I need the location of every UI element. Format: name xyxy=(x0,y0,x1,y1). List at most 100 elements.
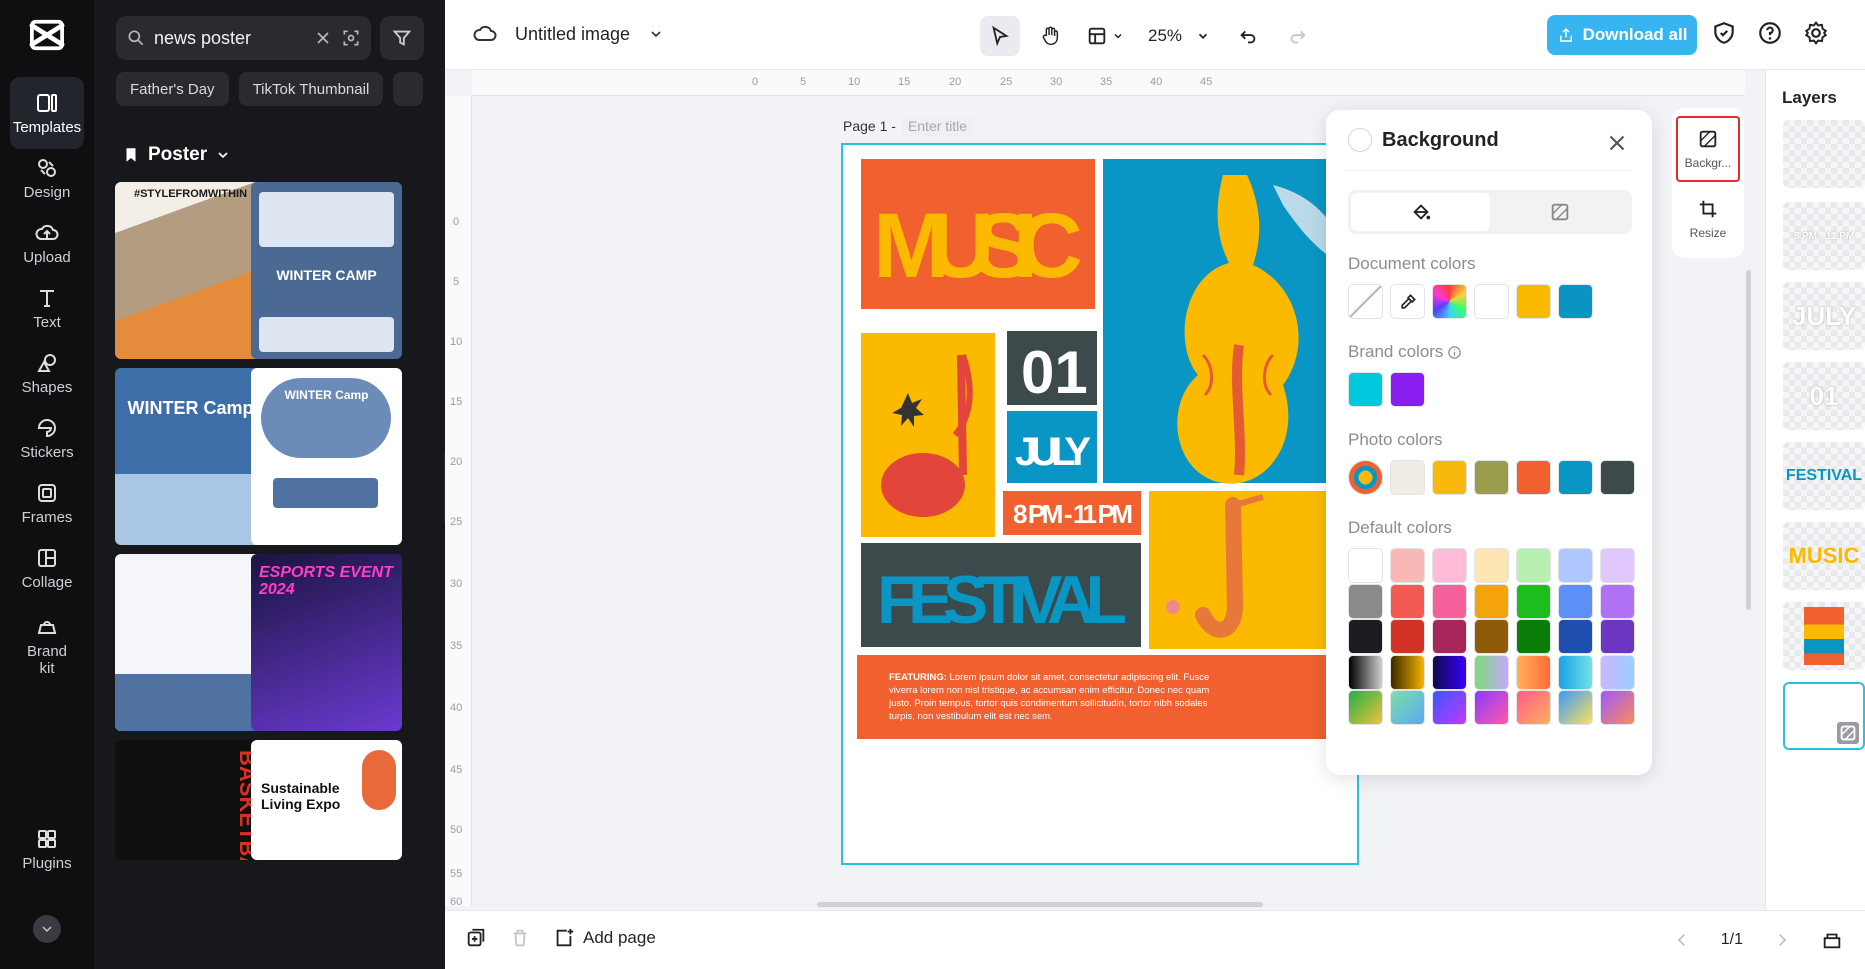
photo-thumbnail-swatch[interactable] xyxy=(1348,460,1383,495)
rail-item-shapes[interactable]: Shapes xyxy=(10,337,84,409)
template-card[interactable]: #STYLEFROMWITHIN xyxy=(115,182,266,359)
info-icon[interactable] xyxy=(1447,345,1462,360)
search-input[interactable]: news poster xyxy=(154,28,305,49)
color-swatch[interactable] xyxy=(1474,284,1509,319)
color-swatch[interactable] xyxy=(1348,372,1383,407)
close-icon[interactable] xyxy=(1604,130,1630,156)
rail-item-plugins[interactable]: Plugins xyxy=(10,813,84,885)
rail-item-design[interactable]: Design xyxy=(10,142,84,214)
duplicate-page-icon[interactable] xyxy=(465,927,487,949)
zoom-control[interactable]: 25% xyxy=(1140,26,1218,46)
color-swatch[interactable] xyxy=(1600,460,1635,495)
template-card[interactable]: Sustainable Living Expo xyxy=(251,740,402,860)
color-swatch[interactable] xyxy=(1390,583,1425,619)
layout-dropdown-button[interactable] xyxy=(1080,16,1130,56)
color-swatch[interactable] xyxy=(1390,654,1425,690)
rail-item-brand-kit[interactable]: Brand kit xyxy=(10,605,84,687)
shield-icon[interactable] xyxy=(1711,20,1737,46)
rail-item-stickers[interactable]: Stickers xyxy=(10,402,84,474)
rail-item-collage[interactable]: Collage xyxy=(10,532,84,604)
color-swatch[interactable] xyxy=(1474,583,1509,619)
layer-item-background[interactable] xyxy=(1783,682,1865,750)
color-swatch[interactable] xyxy=(1558,284,1593,319)
chevron-left-icon[interactable] xyxy=(1673,931,1691,949)
color-swatch[interactable] xyxy=(1348,583,1383,619)
color-swatch[interactable] xyxy=(1516,619,1551,654)
chevron-right-icon[interactable] xyxy=(1773,931,1791,949)
color-swatch[interactable] xyxy=(1348,619,1383,654)
page-title-input[interactable]: Enter title xyxy=(901,116,974,136)
template-card[interactable]: WINTER CAMP xyxy=(251,182,402,359)
color-swatch[interactable] xyxy=(1600,548,1635,583)
color-swatch[interactable] xyxy=(1390,460,1425,495)
color-swatch[interactable] xyxy=(1390,619,1425,654)
expand-more-button[interactable] xyxy=(33,915,61,943)
color-swatch[interactable] xyxy=(1558,619,1593,654)
redo-button[interactable] xyxy=(1278,16,1318,56)
color-swatch[interactable] xyxy=(1432,583,1467,619)
no-color-swatch[interactable] xyxy=(1348,284,1383,319)
color-swatch[interactable] xyxy=(1432,548,1467,583)
template-card[interactable]: WINTER CAMP xyxy=(115,554,266,731)
horizontal-scrollbar[interactable] xyxy=(817,902,1263,907)
color-swatch[interactable] xyxy=(1600,619,1635,654)
filter-button[interactable] xyxy=(380,16,424,60)
vertical-scrollbar[interactable] xyxy=(1746,270,1751,610)
color-swatch[interactable] xyxy=(1348,690,1383,725)
color-swatch[interactable] xyxy=(1432,654,1467,690)
document-title-area[interactable]: Untitled image xyxy=(473,22,664,46)
color-swatch[interactable] xyxy=(1516,690,1551,725)
color-swatch[interactable] xyxy=(1474,619,1509,654)
color-swatch[interactable] xyxy=(1348,654,1383,690)
chip-tiktok-thumbnail[interactable]: TikTok Thumbnail xyxy=(238,72,384,106)
trash-icon[interactable] xyxy=(509,927,531,949)
rail-item-upload[interactable]: Upload xyxy=(10,207,84,279)
layer-item[interactable] xyxy=(1783,120,1865,188)
layer-item[interactable] xyxy=(1783,602,1865,670)
poster-category-dropdown[interactable]: Poster xyxy=(122,144,231,166)
layer-item[interactable]: JULY xyxy=(1783,282,1865,350)
template-card[interactable]: ESPORTS EVENT 2024 xyxy=(251,554,402,731)
color-swatch[interactable] xyxy=(1474,654,1509,690)
template-search-box[interactable]: news poster xyxy=(116,16,371,60)
tab-color-fill[interactable] xyxy=(1351,193,1490,231)
page-manager-icon[interactable] xyxy=(1821,929,1843,951)
color-swatch[interactable] xyxy=(1600,583,1635,619)
color-swatch[interactable] xyxy=(1474,548,1509,583)
document-title[interactable]: Untitled image xyxy=(515,24,630,45)
undo-button[interactable] xyxy=(1228,16,1268,56)
color-swatch[interactable] xyxy=(1558,548,1593,583)
rail-item-frames[interactable]: Frames xyxy=(10,467,84,539)
rail-item-text[interactable]: Text xyxy=(10,272,84,344)
color-swatch[interactable] xyxy=(1432,690,1467,725)
color-swatch[interactable] xyxy=(1516,548,1551,583)
color-swatch[interactable] xyxy=(1516,583,1551,619)
color-swatch[interactable] xyxy=(1390,690,1425,725)
template-card[interactable]: WINTER Camp xyxy=(251,368,402,545)
color-swatch[interactable] xyxy=(1600,654,1635,690)
tab-image-fill[interactable] xyxy=(1490,193,1629,231)
help-icon[interactable] xyxy=(1757,20,1783,46)
layer-item[interactable]: 01 xyxy=(1783,362,1865,430)
color-swatch[interactable] xyxy=(1432,460,1467,495)
color-swatch[interactable] xyxy=(1390,548,1425,583)
color-swatch[interactable] xyxy=(1558,690,1593,725)
image-search-icon[interactable] xyxy=(341,28,361,48)
capcut-logo-icon[interactable] xyxy=(28,18,66,52)
color-swatch[interactable] xyxy=(1432,619,1467,654)
eyedropper-button[interactable] xyxy=(1390,284,1425,319)
color-swatch[interactable] xyxy=(1600,690,1635,725)
template-card[interactable]: WINTER Camp xyxy=(115,368,266,545)
download-all-button[interactable]: Download all xyxy=(1547,15,1697,55)
color-swatch[interactable] xyxy=(1558,654,1593,690)
chip-more[interactable] xyxy=(393,72,424,106)
color-swatch[interactable] xyxy=(1348,548,1383,583)
layer-item[interactable]: FESTIVAL xyxy=(1783,442,1865,510)
layer-item[interactable]: MUSIC xyxy=(1783,522,1865,590)
color-swatch[interactable] xyxy=(1390,372,1425,407)
layer-item[interactable]: 8 PM - 11 PM xyxy=(1783,202,1865,270)
color-swatch[interactable] xyxy=(1516,284,1551,319)
color-swatch[interactable] xyxy=(1558,583,1593,619)
color-swatch[interactable] xyxy=(1474,690,1509,725)
color-swatch[interactable] xyxy=(1516,654,1551,690)
